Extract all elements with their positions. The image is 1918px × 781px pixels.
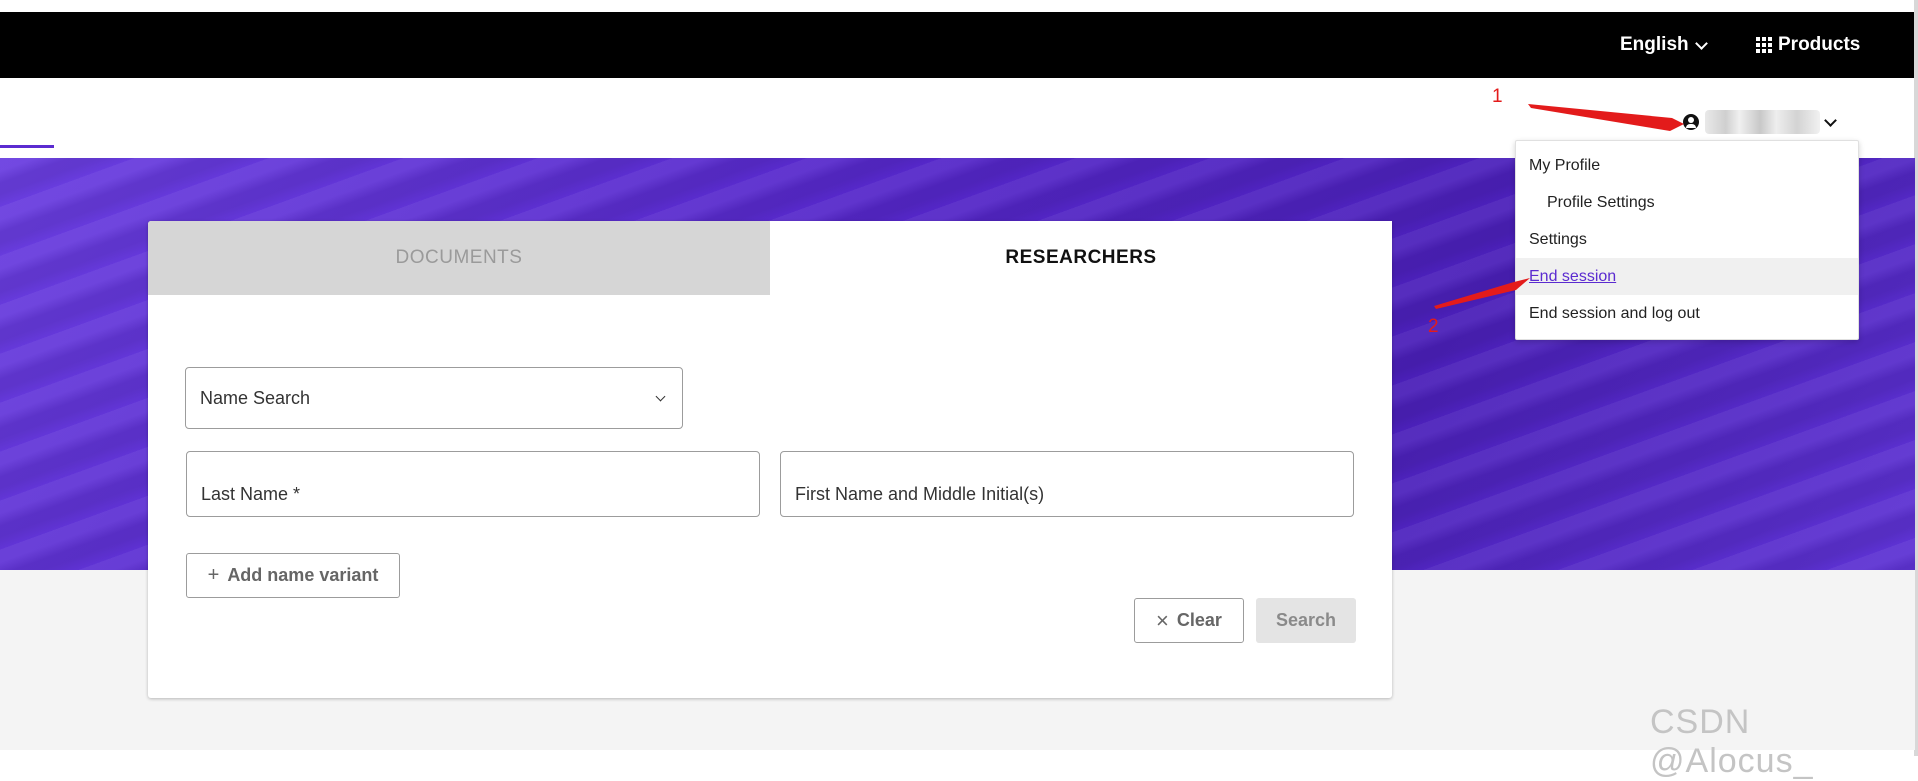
username-blurred — [1705, 110, 1820, 134]
products-menu-button[interactable]: Products — [1756, 12, 1860, 78]
menu-item-my-profile[interactable]: My Profile — [1516, 147, 1858, 184]
tab-documents[interactable]: DOCUMENTS — [148, 221, 770, 295]
language-label: English — [1620, 34, 1689, 55]
watermark: CSDN @Alocus_ — [1650, 703, 1814, 780]
menu-item-label: Settings — [1529, 231, 1587, 248]
search-button[interactable]: Search — [1256, 598, 1356, 643]
annotation-arrow-1 — [1528, 104, 1684, 131]
menu-item-label: End session — [1529, 268, 1617, 285]
annotation-marker-2: 2 — [1428, 316, 1439, 337]
menu-item-profile-settings[interactable]: Profile Settings — [1516, 184, 1858, 221]
language-selector[interactable]: English — [1620, 12, 1708, 78]
add-name-variant-button[interactable]: + Add name variant — [186, 553, 400, 598]
products-label: Products — [1778, 34, 1861, 55]
chevron-down-icon — [1694, 36, 1708, 50]
search-type-value: Name Search — [200, 387, 311, 408]
grid-icon — [1756, 37, 1772, 53]
first-name-input[interactable] — [780, 451, 1354, 517]
search-label: Search — [1275, 610, 1337, 630]
menu-item-settings[interactable]: Settings — [1516, 221, 1858, 258]
close-icon: × — [1156, 607, 1169, 633]
tab-label: RESEARCHERS — [1005, 247, 1157, 268]
search-type-select[interactable]: Name Search — [185, 367, 683, 429]
menu-item-end-session[interactable]: End session — [1516, 258, 1858, 295]
chevron-down-icon — [655, 391, 666, 401]
plus-icon: + — [207, 564, 220, 586]
clear-button[interactable]: × Clear — [1134, 598, 1244, 643]
user-dropdown-menu: My Profile Profile Settings Settings End… — [1515, 140, 1859, 340]
header-tab-indicator — [0, 145, 54, 148]
menu-item-label: Profile Settings — [1547, 194, 1655, 211]
user-icon — [1683, 114, 1699, 130]
menu-item-label: End session and log out — [1529, 305, 1700, 322]
last-name-input[interactable] — [186, 451, 760, 517]
search-card: DOCUMENTS RESEARCHERS Name Search + Add … — [148, 221, 1392, 698]
tab-researchers[interactable]: RESEARCHERS — [770, 221, 1392, 295]
annotation-marker-1: 1 — [1492, 86, 1503, 107]
add-name-variant-label: Add name variant — [227, 565, 379, 585]
clear-label: Clear — [1176, 610, 1222, 630]
menu-item-end-session-logout[interactable]: End session and log out — [1516, 295, 1858, 332]
chevron-down-icon — [1824, 113, 1837, 127]
menu-item-label: My Profile — [1529, 157, 1601, 174]
tab-label: DOCUMENTS — [395, 247, 523, 268]
user-account-menu-trigger[interactable] — [1683, 110, 1837, 134]
